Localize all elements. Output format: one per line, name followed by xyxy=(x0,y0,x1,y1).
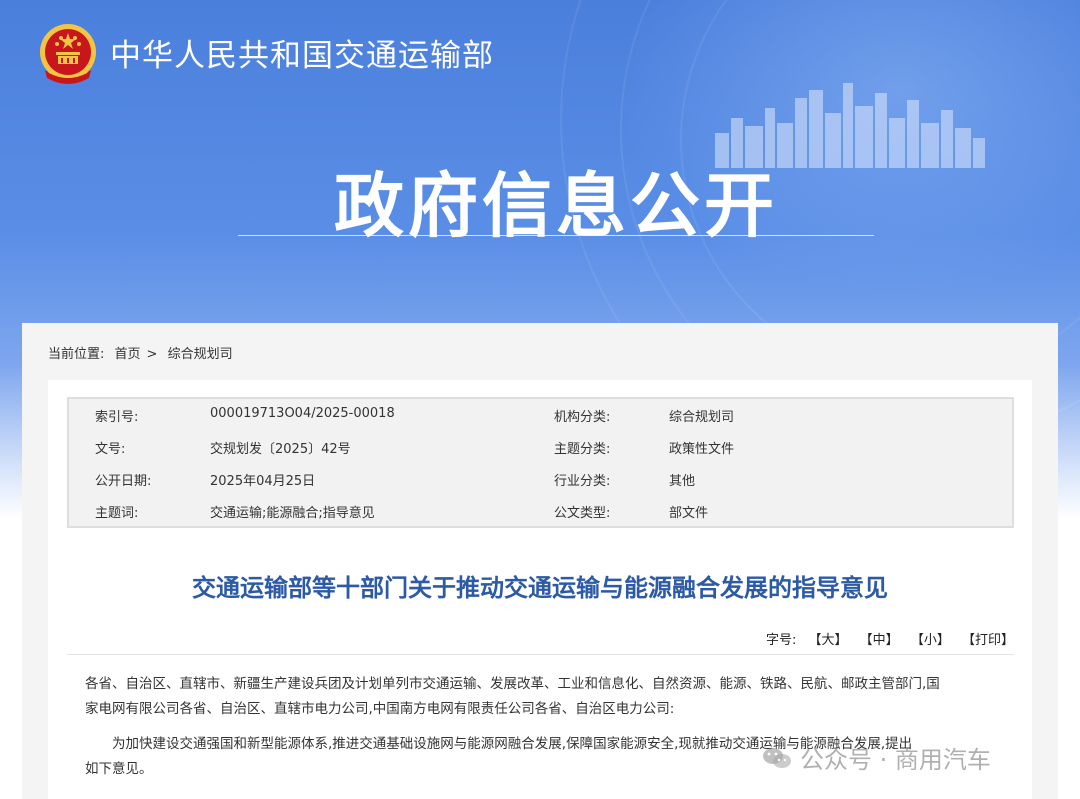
print-button[interactable]: 【打印】 xyxy=(962,633,1014,648)
date-value: 2025年04月25日 xyxy=(210,474,316,489)
keywords-value: 交通运输;能源融合;指导意见 xyxy=(210,506,375,521)
font-medium-button[interactable]: 【中】 xyxy=(860,633,899,648)
topic-label: 主题分类: xyxy=(554,442,611,457)
breadcrumb-prefix: 当前位置: xyxy=(48,347,105,362)
org-label: 机构分类: xyxy=(554,410,611,425)
breadcrumb-home-link[interactable]: 首页 xyxy=(115,347,141,362)
watermark-text: 公众号 · 商用汽车 xyxy=(760,740,991,775)
intro-line-2: 如下意见。 xyxy=(85,761,153,777)
watermark-label: 公众号 · 商用汽车 xyxy=(800,746,991,774)
document-title: 交通运输部等十部门关于推动交通运输与能源融合发展的指导意见 xyxy=(192,574,888,602)
keywords-label: 主题词: xyxy=(95,506,139,521)
date-label: 公开日期: xyxy=(95,474,152,489)
heading-underline xyxy=(238,235,874,236)
index-value: 000019713O04/2025-00018 xyxy=(210,406,395,421)
breadcrumb: 当前位置: 首页 > 综合规划司 xyxy=(48,343,239,362)
font-size-label: 字号: xyxy=(765,633,797,648)
content-divider xyxy=(67,654,1014,655)
national-emblem-icon xyxy=(40,24,96,84)
breadcrumb-current-link[interactable]: 综合规划司 xyxy=(168,347,233,362)
font-large-button[interactable]: 【大】 xyxy=(809,633,848,648)
font-small-button[interactable]: 【小】 xyxy=(911,633,950,648)
index-label: 索引号: xyxy=(95,410,139,425)
doctype-label: 公文类型: xyxy=(554,506,611,521)
org-value: 综合规划司 xyxy=(669,410,735,425)
docno-value: 交规划发〔2025〕42号 xyxy=(210,442,351,457)
industry-value: 其他 xyxy=(669,474,696,489)
docno-label: 文号: xyxy=(95,442,126,457)
industry-label: 行业分类: xyxy=(554,474,611,489)
ministry-name: 中华人民共和国交通运输部 xyxy=(110,38,494,74)
salutation-line-1: 各省、自治区、直辖市、新疆生产建设兵团及计划单列市交通运输、发展改革、工业和信息… xyxy=(85,676,940,692)
font-size-controls: 字号: 【大】 【中】 【小】 【打印】 xyxy=(758,629,1014,648)
salutation-line-2: 家电网有限公司各省、自治区、直辖市电力公司,中国南方电网有限责任公司各省、自治区… xyxy=(85,701,675,717)
doctype-value: 部文件 xyxy=(669,506,709,521)
topic-value: 政策性文件 xyxy=(669,442,735,457)
breadcrumb-separator: > xyxy=(146,347,158,362)
